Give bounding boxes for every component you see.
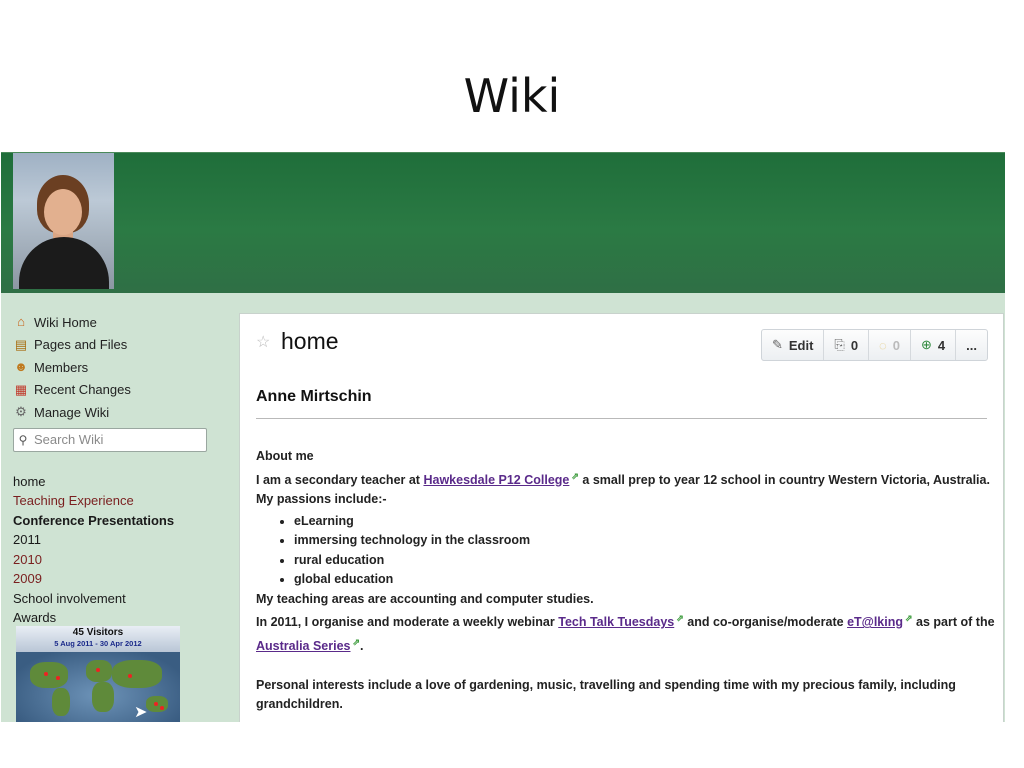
more-label: ... (966, 337, 977, 353)
teaching-areas: My teaching areas are accounting and com… (256, 591, 594, 606)
history-count: 4 (937, 337, 946, 353)
star-icon[interactable]: ☆ (256, 332, 270, 352)
edit-button[interactable]: ✎ Edit (762, 330, 825, 360)
nav-members[interactable]: ☻ Members (13, 356, 213, 379)
page-link-conference-presentations[interactable]: Conference Presentations (13, 511, 213, 531)
search-input[interactable] (32, 431, 204, 448)
list-item: global education (294, 570, 996, 590)
paperclip-icon: ⎘ (834, 337, 845, 352)
page-body: About me I am a secondary teacher at Haw… (256, 447, 996, 715)
page-actions-toolbar: ✎ Edit ⎘ 0 ◌ 0 ⊕ 4 ... (760, 329, 988, 361)
nav-pages-and-files[interactable]: ▤ Pages and Files (13, 334, 213, 357)
webinar-text: . (360, 638, 364, 653)
nav-manage-wiki[interactable]: ⚙ Manage Wiki (13, 401, 213, 424)
more-button[interactable]: ... (956, 330, 987, 360)
edit-label: Edit (788, 337, 814, 353)
external-link-icon: ⇗ (571, 470, 579, 481)
webinar-paragraph: In 2011, I organise and moderate a weekl… (256, 609, 996, 656)
nav-label: Pages and Files (34, 337, 128, 353)
page-link-home[interactable]: home (13, 472, 213, 492)
links-button[interactable]: ⎘ 0 (824, 330, 870, 360)
page-link-2011[interactable]: 2011 (13, 530, 213, 550)
passions-list: eLearning immersing technology in the cl… (256, 512, 996, 590)
visitor-date-range: 5 Aug 2011 - 30 Apr 2012 (54, 639, 142, 648)
australia-series-link[interactable]: Australia Series (256, 639, 351, 653)
nav-label: Recent Changes (34, 382, 131, 398)
about-label: About me (256, 449, 314, 463)
page-link-2009[interactable]: 2009 (13, 569, 213, 589)
wiki-window: ⌂ Wiki Home ▤ Pages and Files ☻ Members … (1, 152, 1005, 722)
calendar-icon: ▦ (14, 381, 28, 397)
history-button[interactable]: ⊕ 4 (911, 330, 957, 360)
external-link-icon: ⇗ (676, 613, 684, 624)
search-box: ⚲ (13, 427, 207, 452)
interests-paragraph: Personal interests include a love of gar… (256, 677, 956, 712)
intro-paragraph: I am a secondary teacher at Hawkesdale P… (256, 467, 996, 510)
wiki-banner (1, 153, 1005, 293)
page-list: home Teaching Experience Conference Pres… (13, 472, 213, 628)
sidebar: ⌂ Wiki Home ▤ Pages and Files ☻ Members … (13, 311, 213, 628)
page-heading: Anne Mirtschin (256, 388, 372, 405)
content-panel: ☆ home ✎ Edit ⎘ 0 ◌ 0 ⊕ 4 ... Anne Mirts… (239, 313, 1004, 722)
mouse-cursor-icon: ➤ (134, 704, 148, 721)
page-link-awards[interactable]: Awards (13, 608, 213, 628)
nav-wiki-home[interactable]: ⌂ Wiki Home (13, 311, 213, 334)
links-count: 0 (850, 337, 859, 353)
gear-icon: ⚙ (15, 404, 27, 420)
page-title: home (281, 328, 339, 354)
comments-button[interactable]: ◌ 0 (869, 330, 912, 360)
page-link-school-involvement[interactable]: School involvement (13, 589, 213, 609)
history-icon: ⊕ (921, 337, 932, 352)
external-link-icon: ⇗ (352, 636, 361, 647)
heading-divider (256, 418, 987, 419)
webinar-text: In 2011, I organise and moderate a weekl… (256, 615, 555, 630)
comment-icon: ◌ (879, 337, 887, 353)
webinar-text: as part of the (916, 615, 995, 630)
list-item: rural education (294, 551, 996, 571)
slide-title: Wiki (463, 69, 561, 123)
world-map: ➤ (16, 652, 180, 722)
visitor-map-widget[interactable]: 45 Visitors 5 Aug 2011 - 30 Apr 2012 ➤ (16, 626, 180, 722)
pages-icon: ▤ (14, 336, 28, 352)
nav-recent-changes[interactable]: ▦ Recent Changes (13, 379, 213, 402)
visitor-header: 45 Visitors 5 Aug 2011 - 30 Apr 2012 (16, 626, 180, 652)
nav-label: Manage Wiki (34, 404, 110, 420)
edit-icon: ✎ (771, 337, 783, 352)
college-link[interactable]: Hawkesdale P12 College (423, 473, 569, 487)
members-icon: ☻ (14, 359, 28, 375)
webinar-text: and co-organise/moderate (687, 615, 844, 630)
nav-label: Members (34, 359, 89, 375)
page-link-teaching-experience[interactable]: Teaching Experience (13, 491, 213, 511)
tech-talk-link[interactable]: Tech Talk Tuesdays (558, 615, 674, 629)
profile-photo (13, 153, 114, 289)
search-icon: ⚲ (18, 432, 28, 447)
nav-label: Wiki Home (34, 314, 97, 330)
visitor-count: 45 Visitors (72, 627, 124, 638)
list-item: eLearning (294, 512, 996, 532)
external-link-icon: ⇗ (905, 613, 913, 624)
etalking-link[interactable]: eT@lking (847, 615, 903, 629)
intro-text: I am a secondary teacher at (256, 472, 420, 487)
home-icon: ⌂ (17, 314, 25, 330)
page-link-2010[interactable]: 2010 (13, 550, 213, 570)
list-item: immersing technology in the classroom (294, 531, 996, 551)
comments-count: 0 (892, 337, 901, 353)
